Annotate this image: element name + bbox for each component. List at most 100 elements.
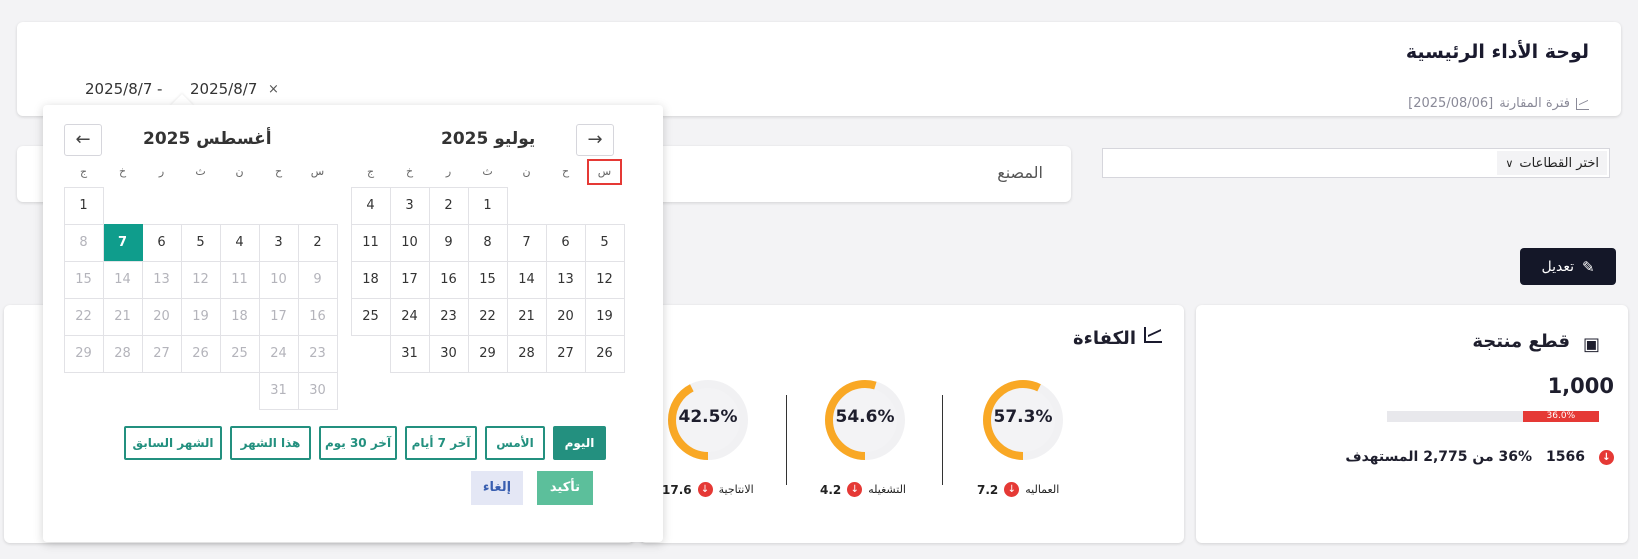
- divider: [942, 395, 943, 485]
- day-cell[interactable]: 29: [467, 334, 508, 373]
- day-cell[interactable]: 31: [389, 334, 430, 373]
- day-cell[interactable]: 2: [297, 223, 338, 262]
- day-cell[interactable]: 8: [63, 223, 104, 262]
- day-cell[interactable]: 31: [258, 371, 299, 410]
- day-cell[interactable]: 12: [180, 260, 221, 299]
- arrow-down-icon: ↓: [1599, 449, 1614, 465]
- day-cell[interactable]: 30: [428, 334, 469, 373]
- sector-dropdown-button[interactable]: اختر القطاعات ∨: [1497, 151, 1607, 175]
- day-cell[interactable]: 19: [180, 297, 221, 336]
- day-cell[interactable]: 26: [180, 334, 221, 373]
- chart-line-icon: [1576, 97, 1589, 110]
- day-cell[interactable]: 9: [297, 260, 338, 299]
- day-cell[interactable]: 13: [545, 260, 586, 299]
- confirm-button[interactable]: تأكيد: [537, 471, 593, 505]
- day-cell[interactable]: 29: [63, 334, 104, 373]
- weekday-label: ث: [482, 165, 493, 178]
- chart-line-icon: [1144, 327, 1162, 343]
- compare-period: فترة المقارنة [2025/08/06]: [1408, 96, 1589, 111]
- weekday-label: ج: [366, 165, 375, 178]
- preset-previous-month[interactable]: الشهر السابق: [124, 426, 222, 460]
- clear-icon[interactable]: ×: [268, 82, 279, 97]
- day-cell[interactable]: 28: [102, 334, 143, 373]
- day-cell[interactable]: 12: [584, 260, 625, 299]
- preset-this-month[interactable]: هذا الشهر: [230, 426, 311, 460]
- day-cell[interactable]: 23: [297, 334, 338, 373]
- day-cell[interactable]: 17: [258, 297, 299, 336]
- day-cell[interactable]: 27: [141, 334, 182, 373]
- edit-button[interactable]: ✎ تعديل: [1520, 248, 1616, 285]
- day-cell[interactable]: 21: [506, 297, 547, 336]
- calendar-july: س ح ن ث ر خ ج 1 2 3 4 5 6 7 8 9 10 11 12 13 14 15 16 17 18 19 20 21…: [350, 157, 625, 373]
- factory-label: المصنع: [997, 163, 1043, 182]
- preset-last-7-days[interactable]: آخر 7 أيام: [405, 426, 477, 460]
- day-cell[interactable]: 5: [180, 223, 221, 262]
- day-cell[interactable]: 8: [467, 223, 508, 262]
- weekday-label: ح: [274, 165, 283, 178]
- day-cell[interactable]: 16: [428, 260, 469, 299]
- day-cell[interactable]: 25: [219, 334, 260, 373]
- day-cell[interactable]: 15: [63, 260, 104, 299]
- day-cell[interactable]: 3: [258, 223, 299, 262]
- day-cell[interactable]: 22: [63, 297, 104, 336]
- preset-last-30-days[interactable]: آخر 30 يوم: [319, 426, 397, 460]
- day-cell[interactable]: 30: [297, 371, 338, 410]
- compare-label: فترة المقارنة: [1499, 96, 1570, 111]
- gauge-value: 54.6%: [835, 407, 895, 427]
- product-target: ↓ 1566 36% من 2,775 المستهدف: [1345, 449, 1614, 465]
- day-cell[interactable]: 6: [545, 223, 586, 262]
- day-cell[interactable]: 15: [467, 260, 508, 299]
- day-cell[interactable]: 5: [584, 223, 625, 262]
- day-cell[interactable]: 20: [545, 297, 586, 336]
- cancel-button[interactable]: إلغاء: [471, 471, 523, 505]
- day-cell[interactable]: 9: [428, 223, 469, 262]
- day-cell[interactable]: 4: [219, 223, 260, 262]
- day-cell[interactable]: 17: [389, 260, 430, 299]
- preset-today[interactable]: اليوم: [553, 426, 606, 460]
- day-cell[interactable]: 18: [350, 260, 391, 299]
- gauge-label: التشغيله: [868, 483, 906, 496]
- day-cell[interactable]: 4: [350, 186, 391, 225]
- arrow-left-icon[interactable]: ←: [64, 124, 102, 156]
- day-cell[interactable]: 21: [102, 297, 143, 336]
- day-cell[interactable]: 16: [297, 297, 338, 336]
- day-cell[interactable]: 1: [467, 186, 508, 225]
- day-cell[interactable]: 6: [141, 223, 182, 262]
- day-cell[interactable]: 10: [389, 223, 430, 262]
- arrow-right-icon[interactable]: →: [576, 124, 614, 156]
- efficiency-card: الكفاءة 57.3% العماليه ↓ 7.2 54.6% التشغ…: [640, 305, 1184, 543]
- day-cell[interactable]: 1: [63, 186, 104, 225]
- day-cell[interactable]: 22: [467, 297, 508, 336]
- day-cell[interactable]: 11: [350, 223, 391, 262]
- day-cell[interactable]: 20: [141, 297, 182, 336]
- day-cell[interactable]: 14: [102, 260, 143, 299]
- day-cell[interactable]: 18: [219, 297, 260, 336]
- weekday-label: س: [585, 157, 624, 187]
- day-cell[interactable]: 2: [428, 186, 469, 225]
- day-cell[interactable]: 26: [584, 334, 625, 373]
- empty-cell: [142, 187, 182, 225]
- day-cell[interactable]: 28: [506, 334, 547, 373]
- preset-yesterday[interactable]: الأمس: [485, 426, 545, 460]
- weekday-label: ر: [445, 165, 452, 178]
- edit-icon: ✎: [1581, 257, 1595, 276]
- day-cell[interactable]: 23: [428, 297, 469, 336]
- day-cell[interactable]: 14: [506, 260, 547, 299]
- day-cell[interactable]: 7: [102, 223, 143, 262]
- weekday-label: خ: [405, 165, 414, 178]
- day-cell[interactable]: 10: [258, 260, 299, 299]
- day-cell[interactable]: 7: [506, 223, 547, 262]
- divider: [786, 395, 787, 485]
- product-target-text: 36% من 2,775 المستهدف: [1345, 449, 1533, 465]
- day-cell[interactable]: 3: [389, 186, 430, 225]
- day-cell[interactable]: 24: [258, 334, 299, 373]
- day-cell[interactable]: 27: [545, 334, 586, 373]
- blocks-icon: ▣: [1582, 334, 1600, 355]
- day-cell[interactable]: 19: [584, 297, 625, 336]
- day-cell[interactable]: 13: [141, 260, 182, 299]
- day-cell[interactable]: 24: [389, 297, 430, 336]
- empty-cell: [181, 187, 221, 225]
- day-cell[interactable]: 11: [219, 260, 260, 299]
- day-cell[interactable]: 25: [350, 297, 391, 336]
- sector-select[interactable]: اختر القطاعات ∨: [1102, 148, 1610, 178]
